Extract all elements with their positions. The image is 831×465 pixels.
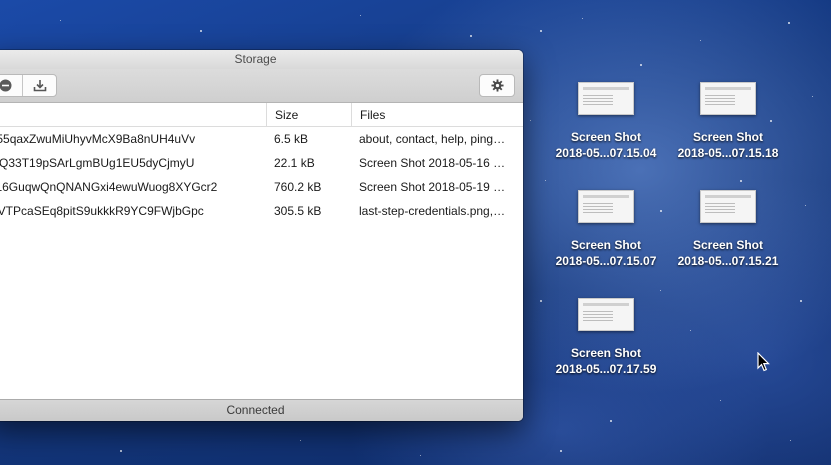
gear-icon <box>490 79 504 92</box>
desktop-file-icon[interactable]: Screen Shot 2018-05...07.15.07 <box>546 190 666 269</box>
window-title[interactable]: Storage <box>0 50 523 69</box>
mouse-cursor-icon <box>757 352 770 372</box>
column-header-name[interactable] <box>0 103 266 126</box>
table-row[interactable]: gQQ33T19pSArLgmBUg1EU5dyCjmyU 22.1 kB Sc… <box>0 151 523 175</box>
download-button[interactable] <box>22 75 56 96</box>
row-size: 22.1 kB <box>274 156 315 170</box>
screenshot-thumbnail-icon <box>578 298 634 331</box>
row-files: last-step-credentials.png,… <box>359 204 506 218</box>
desktop-file-label: Screen Shot 2018-05...07.17.59 <box>555 346 657 376</box>
row-size: 760.2 kB <box>274 180 322 194</box>
screenshot-thumbnail-icon <box>578 82 634 115</box>
desktop-file-icon[interactable]: Screen Shot 2018-05...07.17.59 <box>546 298 666 377</box>
download-icon <box>33 80 46 92</box>
row-hash: SbVTPcaSEq8pitS9ukkkR9YC9FWjbGpc <box>0 204 204 218</box>
table-row[interactable]: 8116GuqwQnQNANGxi4ewuWuog8XYGcr2 760.2 k… <box>0 175 523 199</box>
desktop-file-label: Screen Shot 2018-05...07.15.07 <box>555 238 657 268</box>
table-row[interactable]: 9455qaxZwuMiUhyvMcX9Ba8nUH4uVv 6.5 kB ab… <box>0 127 523 151</box>
row-size: 305.5 kB <box>274 204 322 218</box>
desktop-file-label: Screen Shot 2018-05...07.15.04 <box>555 130 657 160</box>
table-header: Size Files <box>0 103 523 127</box>
row-hash: 8116GuqwQnQNANGxi4ewuWuog8XYGcr2 <box>0 180 218 194</box>
desktop-file-icon[interactable]: Screen Shot 2018-05...07.15.04 <box>546 82 666 161</box>
screenshot-thumbnail-icon <box>578 190 634 223</box>
screenshot-thumbnail-icon <box>700 190 756 223</box>
row-files: about, contact, help, ping… <box>359 132 506 146</box>
status-bar: Connected <box>0 399 523 421</box>
desktop-file-icon[interactable]: Screen Shot 2018-05...07.15.18 <box>668 82 788 161</box>
column-header-size[interactable]: Size <box>266 103 351 126</box>
remove-button[interactable] <box>0 75 22 96</box>
toolbar <box>0 69 523 103</box>
minus-circle-icon <box>0 79 12 92</box>
table-row[interactable]: SbVTPcaSEq8pitS9ukkkR9YC9FWjbGpc 305.5 k… <box>0 199 523 223</box>
desktop-file-label: Screen Shot 2018-05...07.15.18 <box>677 130 779 160</box>
row-hash: gQQ33T19pSArLgmBUg1EU5dyCjmyU <box>0 156 195 170</box>
row-files: Screen Shot 2018-05-19 … <box>359 180 506 194</box>
row-files: Screen Shot 2018-05-16 … <box>359 156 506 170</box>
toolbar-button-group <box>0 74 57 97</box>
column-header-files[interactable]: Files <box>351 103 523 126</box>
screenshot-thumbnail-icon <box>700 82 756 115</box>
desktop-file-label: Screen Shot 2018-05...07.15.21 <box>677 238 779 268</box>
row-hash: 9455qaxZwuMiUhyvMcX9Ba8nUH4uVv <box>0 132 196 146</box>
settings-button[interactable] <box>479 74 515 97</box>
desktop-file-icon[interactable]: Screen Shot 2018-05...07.15.21 <box>668 190 788 269</box>
row-size: 6.5 kB <box>274 132 309 146</box>
storage-window: Storage Size Files 9455qaxZwuMiUhyvMcX9B… <box>0 50 523 421</box>
